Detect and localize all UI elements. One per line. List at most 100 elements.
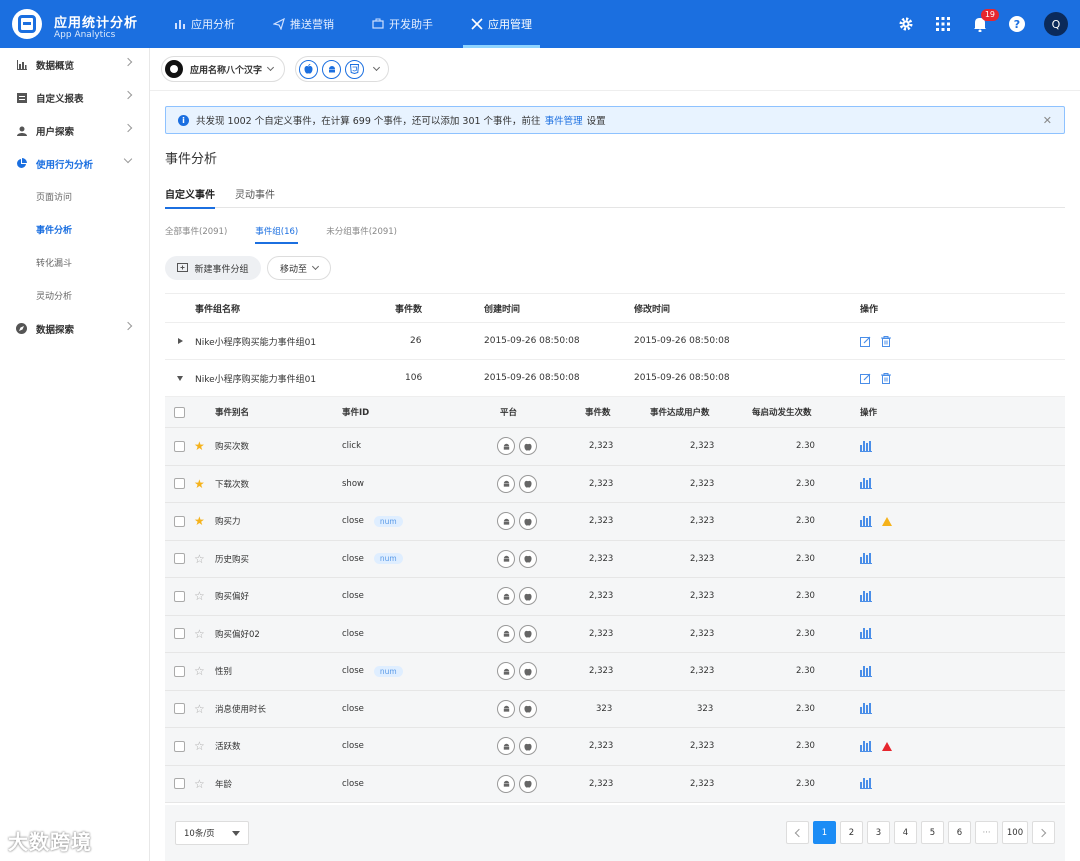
row-checkbox[interactable] (174, 503, 185, 540)
bar-chart-icon[interactable] (860, 766, 872, 803)
star-outline-icon[interactable]: ☆ (194, 728, 205, 765)
row-checkbox[interactable] (174, 691, 185, 728)
event-row[interactable]: ☆ 消息使用时长 close 323 323 2.30 (165, 691, 1065, 728)
nav-app-analysis[interactable]: 应用分析 (166, 0, 243, 48)
sidebar-item-overview[interactable]: 数据概览 (0, 48, 149, 81)
group-row[interactable]: Nike小程序购买能力事件组01 26 2015-09-26 08:50:08 … (165, 323, 1065, 360)
select-all-checkbox[interactable] (174, 397, 185, 427)
event-row[interactable]: ☆ 年龄 close 2,323 2,323 2.30 (165, 766, 1065, 803)
event-row[interactable]: ☆ 活跃数 close 2,323 2,323 2.30 (165, 728, 1065, 766)
tab-all-events[interactable]: 全部事件(2091) (165, 218, 227, 244)
bar-chart-icon[interactable] (860, 728, 872, 765)
new-group-button[interactable]: 新建事件分组 (165, 256, 261, 280)
sidebar-item-data-explore[interactable]: 数据探索 (0, 312, 149, 345)
row-checkbox[interactable] (174, 616, 185, 653)
star-filled-icon[interactable]: ★ (194, 428, 205, 465)
page-3-button[interactable]: 3 (867, 821, 890, 844)
bell-icon[interactable]: 19 (969, 9, 999, 35)
delete-icon[interactable] (881, 360, 891, 396)
sidebar-sub-funnel[interactable]: 转化漏斗 (0, 246, 149, 279)
warning-icon[interactable] (872, 728, 892, 765)
star-outline-icon[interactable]: ☆ (194, 578, 205, 615)
star-outline-icon[interactable]: ☆ (194, 653, 205, 690)
bar-chart-icon[interactable] (860, 653, 872, 690)
row-checkbox[interactable] (174, 653, 185, 690)
event-row[interactable]: ☆ 历史购买 close num 2,323 2,323 2.30 (165, 541, 1065, 578)
event-row[interactable]: ☆ 购买偏好02 close 2,323 2,323 2.30 (165, 616, 1065, 653)
star-filled-icon[interactable]: ★ (194, 466, 205, 503)
event-row[interactable]: ★ 购买次数 click 2,323 2,323 2.30 (165, 428, 1065, 466)
platform-select[interactable] (295, 56, 389, 82)
star-filled-icon[interactable]: ★ (194, 503, 205, 540)
page-ellipsis[interactable]: ··· (975, 821, 998, 844)
sidebar-sub-page-visit[interactable]: 页面访问 (0, 180, 149, 213)
event-row[interactable]: ★ 下载次数 show 2,323 2,323 2.30 (165, 466, 1065, 503)
event-id: show (342, 478, 364, 489)
star-outline-icon[interactable]: ☆ (194, 616, 205, 653)
bar-chart-icon[interactable] (860, 428, 872, 465)
event-row[interactable]: ☆ 购买偏好 close 2,323 2,323 2.30 (165, 578, 1065, 616)
sidebar-sub-event-analysis[interactable]: 事件分析 (0, 213, 149, 246)
sidebar-item-user-explore[interactable]: 用户探索 (0, 114, 149, 147)
avatar[interactable]: Q (1044, 12, 1068, 36)
bar-chart-icon[interactable] (860, 616, 872, 653)
page-100-button[interactable]: 100 (1002, 821, 1028, 844)
next-page-button[interactable] (1032, 821, 1055, 844)
bar-chart-icon[interactable] (860, 466, 872, 503)
group-name: Nike小程序购买能力事件组01 (195, 374, 317, 385)
row-checkbox[interactable] (174, 541, 185, 578)
page-2-button[interactable]: 2 (840, 821, 863, 844)
alert-link-event-management[interactable]: 事件管理 (545, 113, 583, 127)
gear-icon[interactable] (895, 13, 917, 35)
star-outline-icon[interactable]: ☆ (194, 541, 205, 578)
android-icon (497, 662, 515, 681)
sidebar-item-label: 自定义报表 (36, 93, 84, 105)
app-logo-icon[interactable] (12, 9, 42, 39)
edit-icon[interactable] (860, 360, 871, 396)
page-5-button[interactable]: 5 (921, 821, 944, 844)
bar-chart-icon[interactable] (860, 503, 872, 540)
event-row[interactable]: ★ 购买力 close num 2,323 2,323 2.30 (165, 503, 1065, 541)
expand-toggle-icon[interactable] (178, 323, 183, 359)
prev-page-button[interactable] (786, 821, 809, 844)
tab-event-groups[interactable]: 事件组(16) (255, 218, 298, 244)
header-actions: 操作 (860, 408, 878, 418)
sidebar-item-behavior-analysis[interactable]: 使用行为分析 (0, 147, 149, 180)
type-tag: num (373, 515, 403, 527)
star-outline-icon[interactable]: ☆ (194, 766, 205, 803)
collapse-toggle-icon[interactable] (177, 360, 183, 396)
tab-flex-events[interactable]: 灵动事件 (235, 178, 275, 208)
group-row-expanded[interactable]: Nike小程序购买能力事件组01 106 2015-09-26 08:50:08… (165, 360, 1065, 397)
help-icon[interactable]: ? (1006, 13, 1028, 35)
event-alias: 性别 (215, 667, 233, 678)
nav-app-management[interactable]: 应用管理 (463, 0, 540, 48)
row-checkbox[interactable] (174, 578, 185, 615)
bar-chart-icon[interactable] (860, 541, 872, 578)
event-row[interactable]: ☆ 性别 close num 2,323 2,323 2.30 (165, 653, 1065, 691)
page-4-button[interactable]: 4 (894, 821, 917, 844)
bar-chart-icon[interactable] (860, 691, 872, 728)
row-checkbox[interactable] (174, 728, 185, 765)
grid-apps-icon[interactable] (932, 13, 954, 35)
nav-dev-assistant[interactable]: 开发助手 (364, 0, 441, 48)
tab-custom-events[interactable]: 自定义事件 (165, 178, 215, 209)
page-size-select[interactable]: 10条/页 (175, 821, 249, 845)
edit-icon[interactable] (860, 323, 871, 359)
nav-push-marketing[interactable]: 推送营销 (265, 0, 342, 48)
row-checkbox[interactable] (174, 766, 185, 803)
bar-chart-icon (175, 20, 185, 29)
row-checkbox[interactable] (174, 428, 185, 465)
delete-icon[interactable] (881, 323, 891, 359)
warning-icon[interactable] (872, 503, 892, 540)
star-outline-icon[interactable]: ☆ (194, 691, 205, 728)
bar-chart-icon[interactable] (860, 578, 872, 615)
page-6-button[interactable]: 6 (948, 821, 971, 844)
close-icon[interactable]: ✕ (1043, 114, 1052, 127)
sidebar-item-custom-report[interactable]: 自定义报表 (0, 81, 149, 114)
sidebar-sub-flex-analysis[interactable]: 灵动分析 (0, 279, 149, 312)
move-to-dropdown[interactable]: 移动至 (267, 256, 331, 280)
tab-ungrouped-events[interactable]: 未分组事件(2091) (326, 218, 397, 244)
row-checkbox[interactable] (174, 466, 185, 503)
page-1-button[interactable]: 1 (813, 821, 836, 844)
app-select[interactable]: 应用名称八个汉字 (161, 56, 285, 82)
